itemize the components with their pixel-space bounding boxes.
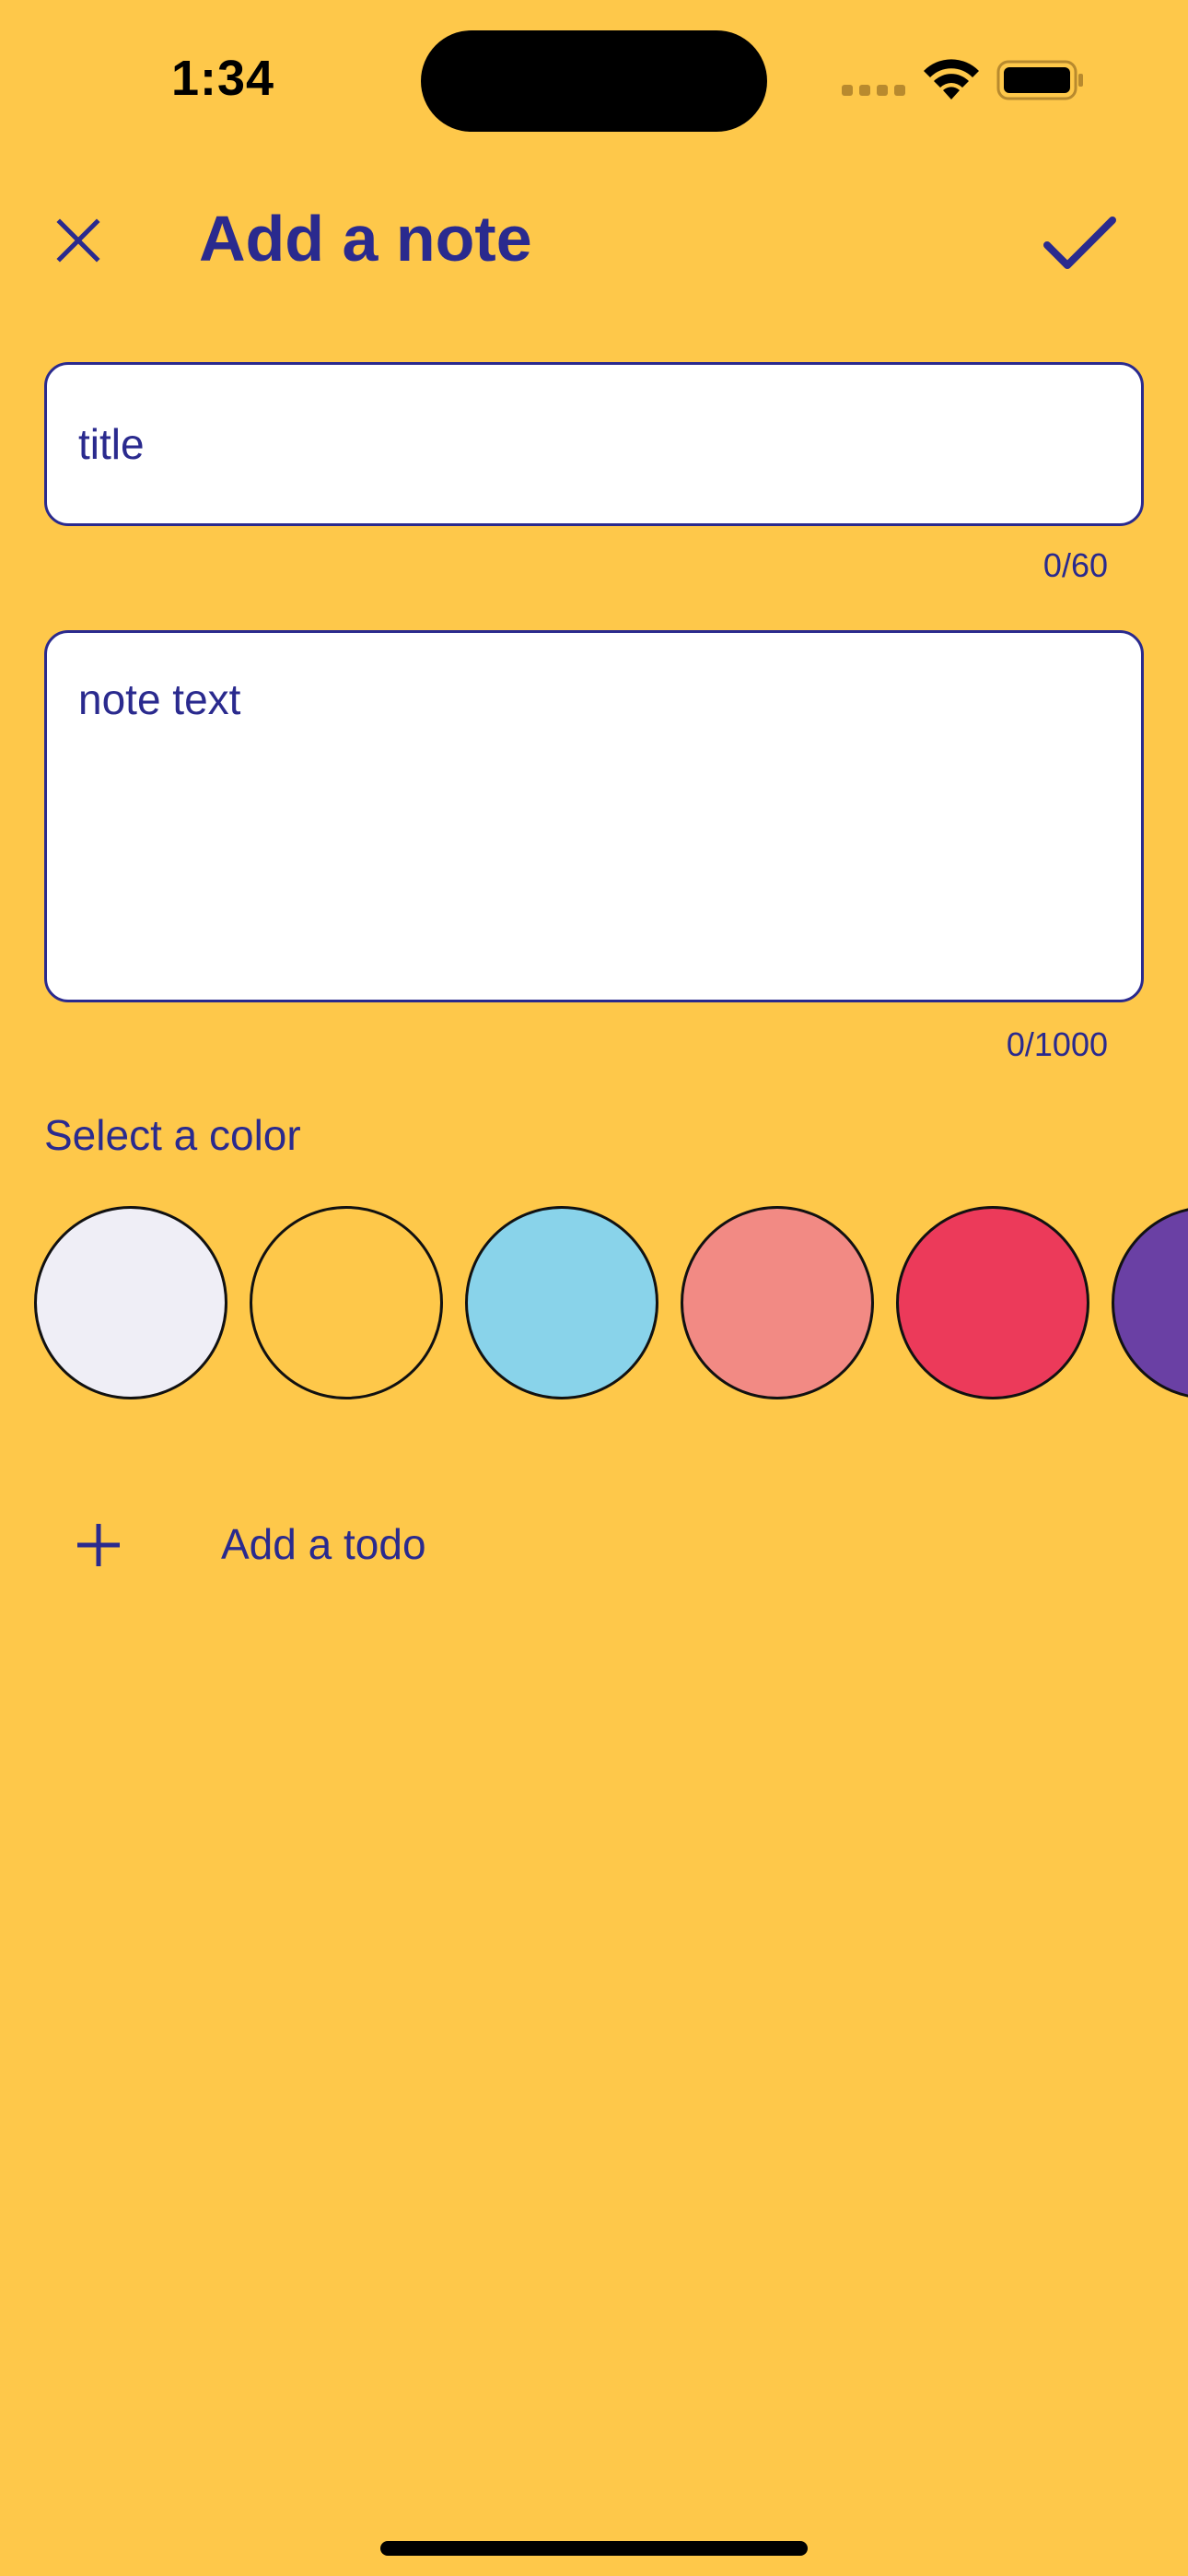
color-swatch-light-lavender[interactable] [34,1206,227,1399]
select-color-label: Select a color [44,1111,301,1159]
add-todo-button[interactable]: Add a todo [44,1504,560,1587]
cellular-signal-icon [842,85,905,96]
close-button[interactable] [46,208,111,273]
color-swatch-salmon[interactable] [681,1206,874,1399]
close-icon [56,218,100,263]
home-indicator [380,2541,808,2556]
title-char-counter: 0/60 [1042,546,1108,584]
battery-icon [996,60,1083,100]
note-char-counter: 0/1000 [1006,1025,1108,1063]
dynamic-island [421,30,767,132]
save-button[interactable] [1035,205,1124,282]
wifi-icon [924,59,979,100]
color-swatch-yellow[interactable] [250,1206,443,1399]
color-swatch-red[interactable] [896,1206,1089,1399]
color-swatch-sky-blue[interactable] [465,1206,658,1399]
title-input[interactable] [44,362,1144,526]
page-title: Add a note [199,203,532,275]
color-swatch-purple[interactable] [1112,1206,1188,1399]
add-todo-label: Add a todo [221,1520,426,1568]
status-time: 1:34 [171,51,275,106]
note-text-input[interactable] [44,630,1144,1002]
checkmark-icon [1043,217,1116,269]
plus-icon [77,1524,120,1566]
color-swatch-row [0,1203,1188,1402]
